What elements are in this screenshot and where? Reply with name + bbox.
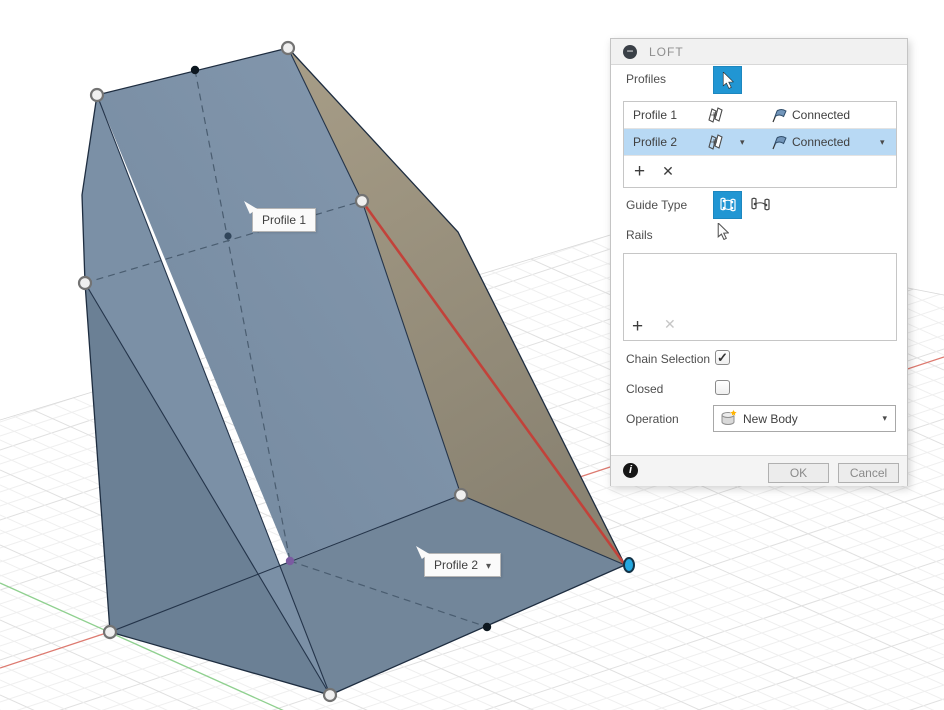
chain-selection-label: Chain Selection: [626, 352, 711, 366]
chevron-down-icon[interactable]: ▾: [486, 561, 491, 572]
cancel-button[interactable]: Cancel: [838, 463, 899, 483]
profile2-tag-label: Profile 2: [434, 558, 479, 572]
new-body-icon: [721, 409, 738, 425]
profile2-tag[interactable]: Profile 2 ▾: [424, 553, 502, 577]
fusion-viewport: Profile 1 Profile 2 ▾ − LOFT Profiles Pro…: [0, 0, 944, 710]
profile-row-2[interactable]: Profile 2 ▾ Connected ▾: [624, 129, 896, 156]
profiles-select-button[interactable]: [713, 66, 742, 94]
rails-label: Rails: [626, 228, 653, 242]
guide-type-rails-button[interactable]: [713, 191, 742, 219]
profile-row-2-name: Profile 2: [633, 135, 678, 149]
profile1-tag[interactable]: Profile 1: [252, 208, 317, 232]
dialog-header[interactable]: − LOFT: [611, 39, 907, 65]
rails-select-cursor-icon[interactable]: [717, 223, 729, 240]
guide-type-label: Guide Type: [626, 198, 688, 212]
profile1-tag-label: Profile 1: [262, 213, 307, 227]
chain-selection-checkbox[interactable]: ✓: [715, 350, 730, 365]
profiles-label: Profiles: [626, 72, 667, 86]
dialog-title: LOFT: [649, 44, 684, 59]
collapse-icon[interactable]: −: [623, 44, 637, 59]
rails-guide-icon: [719, 197, 736, 212]
operation-label: Operation: [626, 412, 679, 426]
add-rail-button[interactable]: +: [632, 317, 643, 336]
remove-profile-button[interactable]: ✕: [662, 163, 674, 180]
operation-dropdown[interactable]: New Body ▾: [713, 405, 896, 432]
sketch-point-purple[interactable]: [285, 556, 295, 566]
closed-label: Closed: [626, 382, 664, 396]
profile-sketch-icon: [708, 107, 723, 123]
chevron-down-icon[interactable]: ▾: [882, 413, 887, 424]
dialog-footer: i OK Cancel: [611, 455, 907, 486]
profile-row-1-name: Profile 1: [633, 108, 678, 122]
profile-row-1-continuity: Connected: [792, 108, 851, 122]
rails-list[interactable]: + ✕: [623, 253, 897, 341]
info-icon[interactable]: i: [623, 463, 638, 478]
sketch-point-top[interactable]: [190, 65, 200, 75]
add-profile-button[interactable]: +: [634, 162, 645, 181]
sketch-point-bottom[interactable]: [482, 622, 492, 632]
loft-dialog: − LOFT Profiles Profile 1 Connected Prof…: [610, 38, 908, 486]
operation-value: New Body: [743, 411, 798, 426]
profile-sketch-icon: [708, 134, 723, 150]
chevron-down-icon[interactable]: ▾: [740, 137, 745, 148]
closed-checkbox[interactable]: [715, 380, 730, 395]
connected-flag-icon: [772, 109, 787, 123]
profile-row-1[interactable]: Profile 1 Connected: [624, 102, 896, 129]
ok-button[interactable]: OK: [768, 463, 829, 483]
profile-row-2-continuity: Connected: [792, 135, 851, 149]
cursor-icon: [722, 71, 734, 89]
check-icon: ✓: [717, 350, 728, 365]
chevron-down-icon[interactable]: ▾: [880, 137, 885, 148]
profiles-table-tools: + ✕: [624, 156, 896, 187]
guide-type-centerline-button[interactable]: [748, 195, 774, 215]
remove-rail-button-disabled: ✕: [664, 316, 676, 332]
connected-flag-icon: [772, 136, 787, 150]
profiles-table: Profile 1 Connected Profile 2 ▾ Connecte…: [623, 101, 897, 188]
selected-point[interactable]: [623, 557, 635, 573]
sketch-center-point[interactable]: [224, 232, 232, 240]
